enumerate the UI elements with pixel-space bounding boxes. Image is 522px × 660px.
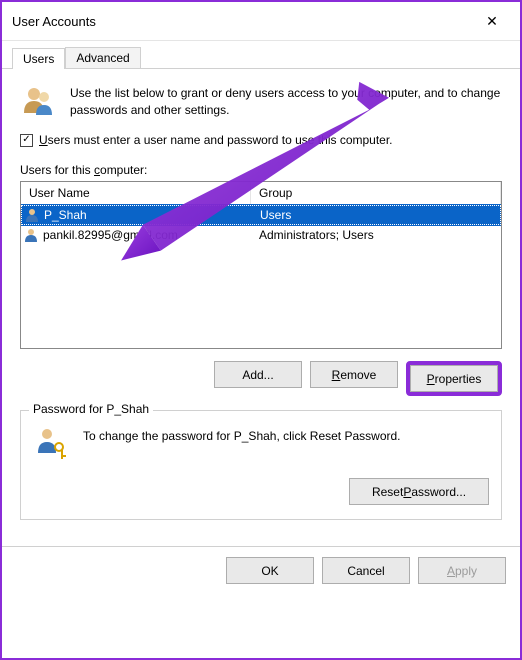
password-text: To change the password for P_Shah, click… bbox=[83, 425, 401, 443]
require-login-checkbox-row[interactable]: ✓ Users must enter a user name and passw… bbox=[20, 133, 502, 147]
tab-strip: Users Advanced bbox=[2, 41, 520, 69]
users-icon bbox=[20, 83, 56, 119]
password-groupbox: Password for P_Shah To change the passwo… bbox=[20, 410, 502, 520]
properties-button[interactable]: Properties bbox=[410, 365, 498, 392]
dialog-footer: OK Cancel Apply bbox=[2, 546, 520, 594]
list-row[interactable]: pankil.82995@gmail.com Administrators; U… bbox=[21, 225, 501, 245]
titlebar: User Accounts ✕ bbox=[2, 2, 520, 41]
intro-row: Use the list below to grant or deny user… bbox=[20, 83, 502, 119]
tab-content: Use the list below to grant or deny user… bbox=[2, 69, 520, 546]
tab-advanced[interactable]: Advanced bbox=[65, 47, 140, 68]
close-button[interactable]: ✕ bbox=[472, 8, 512, 34]
checkbox-label: Users must enter a user name and passwor… bbox=[39, 133, 393, 147]
users-list-label: Users for this computer: bbox=[20, 163, 502, 177]
users-listbox[interactable]: User Name Group P_Shah Users pankil.8299… bbox=[20, 181, 502, 349]
column-header-group[interactable]: Group bbox=[251, 182, 501, 204]
key-user-icon bbox=[33, 425, 69, 464]
user-name: P_Shah bbox=[44, 208, 87, 222]
groupbox-legend: Password for P_Shah bbox=[29, 402, 153, 416]
list-row[interactable]: P_Shah Users bbox=[21, 205, 501, 225]
intro-text: Use the list below to grant or deny user… bbox=[70, 83, 502, 119]
apply-button[interactable]: Apply bbox=[418, 557, 506, 584]
add-button[interactable]: Add... bbox=[214, 361, 302, 388]
list-header: User Name Group bbox=[21, 182, 501, 205]
user-buttons-row: Add... Remove Properties bbox=[20, 361, 502, 396]
window-title: User Accounts bbox=[12, 14, 96, 29]
user-name: pankil.82995@gmail.com bbox=[43, 228, 178, 242]
reset-password-button[interactable]: Reset Password... bbox=[349, 478, 489, 505]
user-group: Administrators; Users bbox=[251, 228, 501, 242]
cancel-button[interactable]: Cancel bbox=[322, 557, 410, 584]
user-icon bbox=[23, 227, 39, 243]
user-group: Users bbox=[252, 208, 500, 222]
checkbox-icon: ✓ bbox=[20, 134, 33, 147]
close-icon: ✕ bbox=[486, 13, 498, 30]
tab-users[interactable]: Users bbox=[12, 48, 65, 69]
column-header-user[interactable]: User Name bbox=[21, 182, 251, 204]
user-icon bbox=[24, 207, 40, 223]
remove-button[interactable]: Remove bbox=[310, 361, 398, 388]
ok-button[interactable]: OK bbox=[226, 557, 314, 584]
highlight-annotation: Properties bbox=[406, 361, 502, 396]
